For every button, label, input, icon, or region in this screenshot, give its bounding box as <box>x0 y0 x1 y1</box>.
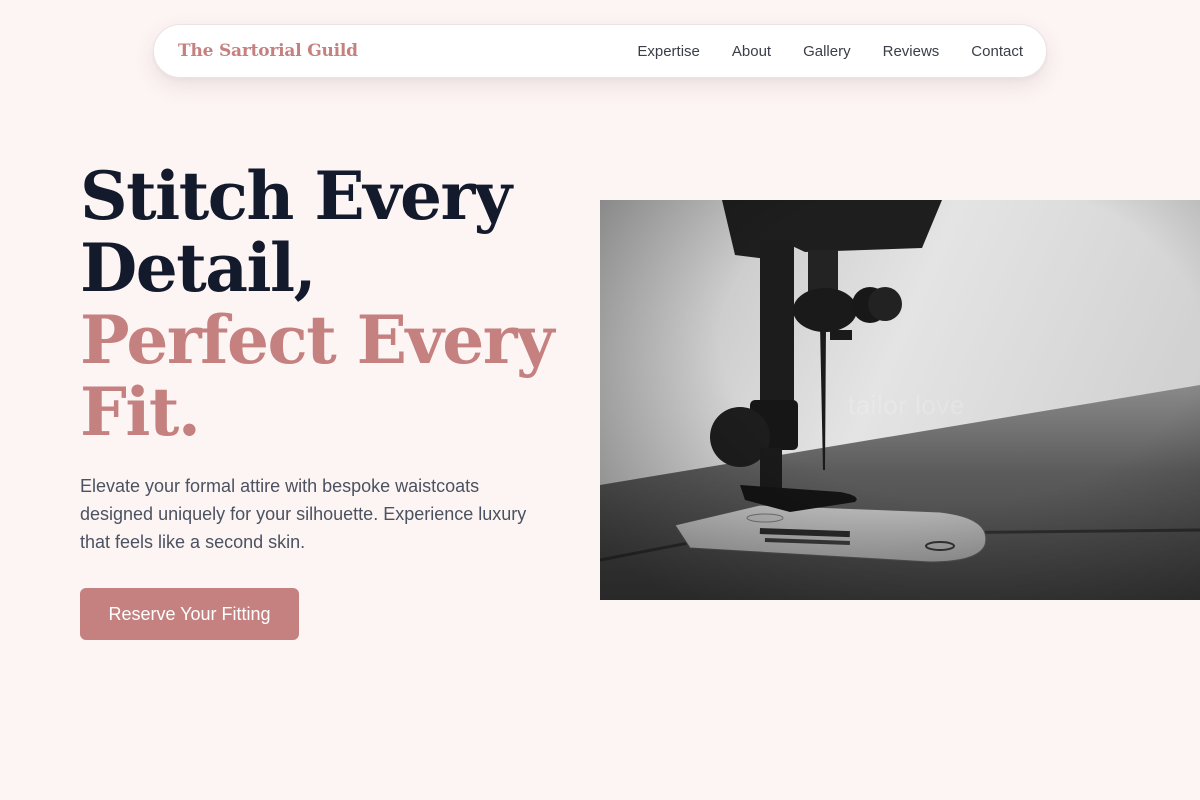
nav-link-gallery[interactable]: Gallery <box>803 43 851 60</box>
hero-title-line-4: Fit. <box>80 373 201 451</box>
hero-title: Stitch Every Detail, Perfect Every Fit. <box>80 160 570 448</box>
sewing-machine-image: tailor love <box>600 200 1200 600</box>
nav-link-expertise[interactable]: Expertise <box>637 43 700 60</box>
reserve-fitting-button[interactable]: Reserve Your Fitting <box>80 588 299 640</box>
hero-title-line-3: Perfect Every <box>80 301 554 379</box>
page: The Sartorial Guild Expertise About Gall… <box>0 0 1200 800</box>
hero-description: Elevate your formal attire with bespoke … <box>80 476 527 552</box>
nav-links: Expertise About Gallery Reviews Contact <box>605 43 1023 60</box>
brand-logo[interactable]: The Sartorial Guild <box>178 41 358 61</box>
nav-link-reviews[interactable]: Reviews <box>883 43 940 60</box>
hero-title-line-2: Detail, <box>80 229 317 307</box>
nav-link-contact[interactable]: Contact <box>971 43 1023 60</box>
image-caption: tailor love <box>848 390 965 420</box>
navbar: The Sartorial Guild Expertise About Gall… <box>153 24 1047 78</box>
nav-link-about[interactable]: About <box>732 43 771 60</box>
hero-title-line-1: Stitch Every <box>80 157 512 235</box>
